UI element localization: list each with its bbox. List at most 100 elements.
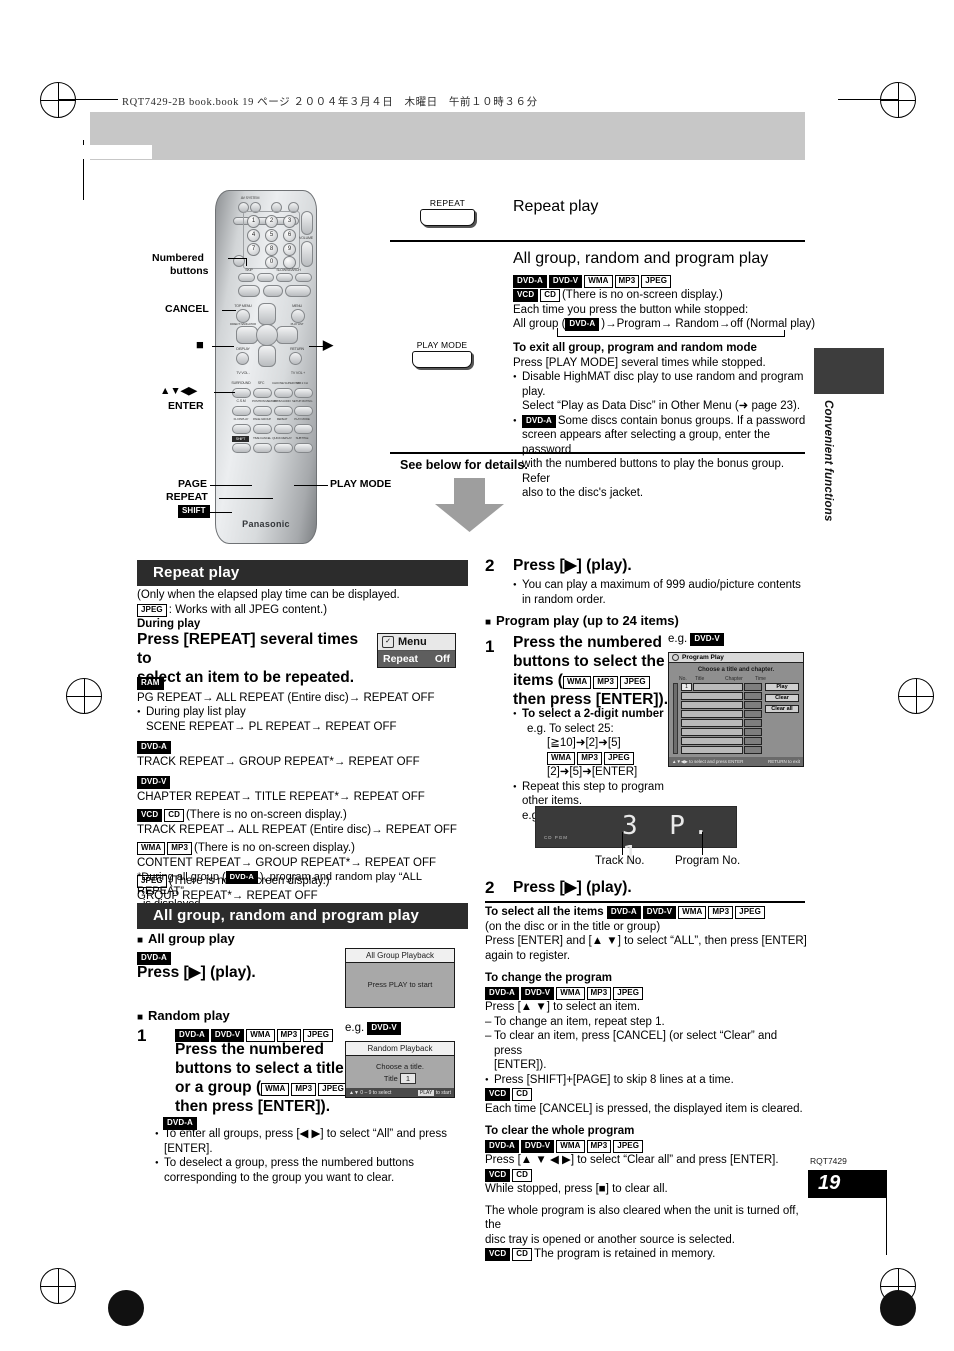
clear-whole-tags: DVD-A DVD-V WMA MP3 JPEG	[485, 1139, 807, 1154]
repeat-play-title: Repeat play	[513, 198, 599, 215]
exit-bullet-2-text1: Some discs contain bonus groups. If a pa…	[557, 414, 806, 427]
step2-random-title: Press [▶] (play).	[513, 557, 632, 574]
clear-whole-heading: To clear the whole program	[485, 1125, 635, 1137]
random-play-subhead: Random play	[137, 1008, 230, 1023]
remote-skip-back-button[interactable]	[238, 273, 255, 282]
remote-shift-button[interactable]	[232, 443, 251, 453]
sequence-loop-bottom	[557, 336, 785, 337]
remote-cursor-up-button[interactable]	[258, 303, 276, 325]
remote-mix2ch-button[interactable]	[294, 388, 313, 398]
remote-skip-forward-button[interactable]	[257, 273, 274, 282]
random-bullet-2-line1: To deselect a group, press the numbered …	[164, 1157, 414, 1169]
remote-label-top-menu: TOP MENU	[234, 304, 252, 308]
remote-zoom-audio-button[interactable]	[274, 406, 293, 416]
remote-key-7[interactable]: 7	[247, 243, 260, 256]
osd-button-clear[interactable]: Clear	[765, 694, 799, 702]
osd-program-row[interactable]	[681, 746, 762, 754]
remote-channel-rocker[interactable]	[301, 211, 313, 235]
remote-key-2[interactable]: 2	[265, 215, 278, 228]
remote-key-5[interactable]: 5	[265, 229, 278, 242]
fl-display-figure: CD PGM 3 P. 1	[535, 806, 737, 871]
remote-repeat-button[interactable]	[274, 424, 293, 434]
repeat-key-shape	[420, 209, 475, 226]
osd-program-row[interactable]	[681, 692, 762, 700]
remote-sfc-button[interactable]	[253, 388, 272, 398]
remote-label-play-mode: PLAY MODE	[294, 417, 310, 421]
step2-random-number: 2	[485, 556, 495, 575]
two-digit-line1: [≧10]➜[2]➜[5]	[547, 737, 621, 749]
remote-key-8[interactable]: 8	[265, 243, 278, 256]
osd-program-columns: No. Title Chapter Time	[673, 676, 799, 682]
all-group-play-instruction: Press [▶] (play).	[137, 964, 256, 981]
remote-key-4[interactable]: 4	[247, 229, 260, 242]
remote-play-button[interactable]	[285, 285, 311, 297]
remote-pause-button[interactable]	[263, 285, 283, 297]
page-top-band	[90, 112, 805, 160]
remote-stop-button[interactable]	[238, 285, 260, 297]
osd-button-play[interactable]: Play	[765, 683, 799, 691]
remote-top-menu-button[interactable]	[236, 309, 250, 323]
osd-program-row[interactable]	[681, 737, 762, 745]
osd-program-scrollbar[interactable]	[673, 683, 678, 754]
remote-key-6[interactable]: 6	[283, 229, 296, 242]
remote-volume-rocker[interactable]	[301, 241, 313, 267]
remote-enter-button[interactable]	[256, 324, 278, 346]
osd-program-row[interactable]	[681, 728, 762, 736]
osd-program-row-first[interactable]: 1	[681, 683, 762, 691]
remote-slow-forward-button[interactable]	[295, 273, 312, 282]
remote-cancel-button[interactable]	[233, 255, 245, 267]
remote-numeric-keypad[interactable]: 1 2 3 4 5 6 7 8 9 0	[243, 211, 300, 269]
remote-time-cancel-button[interactable]	[253, 443, 272, 453]
fl-program-no-label: Program No.	[675, 855, 741, 867]
manual-page: RQT7429-2B book.book 19 ページ ２００４年３月４日 木曜…	[0, 0, 954, 1351]
osd-button-clear-all[interactable]: Clear all	[765, 705, 799, 713]
osd-program-footer: ▲▼◀▶ to select and press ENTER RETURN to…	[669, 757, 803, 766]
change-program-dash-2: To clear an item, press [CANCEL] (or sel…	[485, 1029, 807, 1073]
during-play-label: During play	[137, 618, 201, 630]
select-all-heading: To select all the items	[485, 906, 604, 918]
remote-cursor-right-button[interactable]	[276, 326, 298, 344]
osd-program-row[interactable]	[681, 719, 762, 727]
remote-key-9[interactable]: 9	[283, 243, 296, 256]
remote-subtitle-button[interactable]	[294, 443, 313, 453]
remote-label-sfc: SFC	[257, 381, 265, 385]
remote-play-mode-button[interactable]	[294, 424, 313, 434]
each-time-line: Each time you press the button while sto…	[513, 304, 749, 316]
remote-fl-display-button[interactable]	[232, 424, 251, 434]
osd-all-group-body: Press PLAY to start	[367, 980, 433, 989]
remote-cursor-left-button[interactable]	[236, 326, 258, 344]
remote-body: AV SYSTEM 1 2 3 4 5 6 7 8 9 0 VOLUME SKI…	[215, 190, 317, 544]
remote-position-memory-button[interactable]	[253, 406, 272, 416]
remote-display-button[interactable]	[236, 352, 249, 365]
footnote-prefix: *During all group (	[137, 871, 226, 883]
remote-choose-superpro-button[interactable]	[274, 388, 293, 398]
osd-program-row[interactable]	[681, 710, 762, 718]
remote-setup-muting-button[interactable]	[294, 406, 313, 416]
remote-label-av-system: AV SYSTEM	[240, 196, 260, 200]
remote-quick-replay-button[interactable]	[274, 443, 293, 453]
remote-slow-back-button[interactable]	[276, 273, 293, 282]
osd-random-playback: Random Playback Choose a title. Title 1 …	[345, 1041, 455, 1098]
random-play-step-number: 1	[137, 1026, 147, 1045]
repeat-note-line2: JPEG: Works with all JPEG content.)	[137, 603, 457, 618]
osd-program-row[interactable]	[681, 701, 762, 709]
tag-vcd: VCD	[513, 289, 539, 302]
osd-col-no: No.	[679, 676, 687, 682]
remote-return-button[interactable]	[289, 352, 302, 365]
remote-page-group-button[interactable]	[253, 424, 272, 434]
remote-key-3[interactable]: 3	[283, 215, 296, 228]
tag-wma-rep: WMA	[137, 842, 166, 855]
callout-shift-tag: SHIFT	[178, 505, 210, 518]
tag-dvd-v: DVD-V	[548, 275, 583, 288]
remote-menu-button[interactable]	[291, 309, 305, 323]
wma-mp3-line-1: CONTENT REPEAT→ GROUP REPEAT*→ REPEAT OF…	[137, 856, 437, 869]
remote-surround-button[interactable]	[232, 388, 251, 398]
program-play-subhead: Program play (up to 24 items)	[485, 613, 679, 628]
exit-bullet-2-line4: also to the disc's jacket.	[522, 487, 644, 499]
remote-cursor-down-button[interactable]	[258, 345, 276, 367]
remote-csm-button[interactable]	[232, 406, 251, 416]
program-eg-label: e.g.	[668, 633, 688, 645]
remote-key-1[interactable]: 1	[247, 215, 260, 228]
left-all-group-heading: All group, random and program play	[137, 903, 468, 929]
vcd-cd-suffix: (There is no on-screen display.)	[185, 809, 347, 821]
